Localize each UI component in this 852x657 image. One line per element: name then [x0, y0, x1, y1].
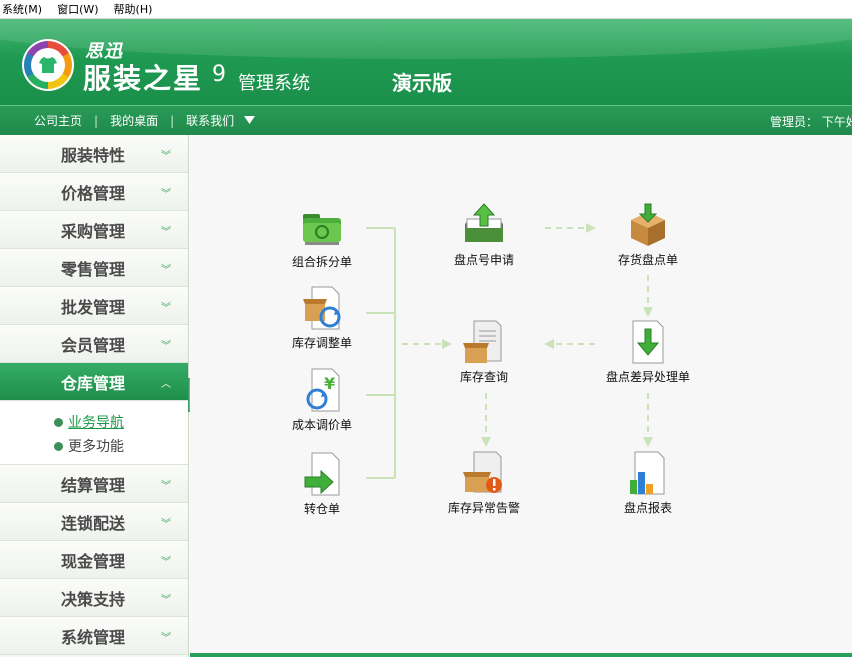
- menu-help[interactable]: 帮助(H): [106, 1, 160, 17]
- business-flow-panel: 组合拆分单 库存调整单 ¥ 成本调价单 转仓单 盘点号申请 库存查询 库存异常告…: [190, 135, 852, 657]
- sidebar-item-purchase-management[interactable]: 采购管理 ︾: [0, 211, 188, 249]
- bullet-icon: [54, 417, 63, 427]
- brand-version: 9: [212, 62, 226, 87]
- node-cost-adjust[interactable]: ¥ 成本调价单: [267, 367, 377, 433]
- triangle-down-icon[interactable]: [244, 114, 256, 128]
- chevron-down-icon: ︾: [161, 481, 171, 492]
- bottom-border: [190, 653, 852, 657]
- sidebar-item-label: 决策支持: [61, 590, 126, 609]
- menu-system[interactable]: 系统(M): [0, 1, 49, 17]
- node-count-apply[interactable]: 盘点号申请: [429, 202, 539, 268]
- sidebar-item-chain-distribution[interactable]: 连锁配送 ︾: [0, 503, 188, 541]
- node-label: 盘点号申请: [453, 253, 514, 267]
- sidebar-item-label: 批发管理: [61, 298, 126, 317]
- node-label: 库存查询: [459, 370, 508, 384]
- nav-separator: |: [170, 113, 175, 128]
- node-label: 盘点报表: [623, 501, 672, 515]
- folder-refresh-icon: [303, 214, 341, 245]
- document-arrow-icon: [304, 452, 340, 496]
- sidebar-item-warehouse-management[interactable]: 仓库管理 ︿: [0, 363, 188, 401]
- chevron-down-icon: ︾: [161, 303, 171, 314]
- sidebar: 服装特性 ︾ 价格管理 ︾ 采购管理 ︾ 零售管理 ︾ 批发管理 ︾ 会员管理 …: [0, 135, 189, 657]
- sidebar-item-label: 采购管理: [61, 222, 126, 241]
- chevron-down-icon: ︾: [161, 341, 171, 352]
- bullet-icon: [54, 441, 63, 451]
- sidebar-item-member-management[interactable]: 会员管理 ︾: [0, 325, 188, 363]
- chevron-down-icon: ︾: [161, 519, 171, 530]
- admin-greeting: 管理员： 下午好: [770, 115, 852, 129]
- node-label: 库存调整单: [291, 336, 352, 350]
- sub-link-label: 更多功能: [68, 439, 124, 455]
- document-down-arrow-icon: [632, 320, 664, 364]
- node-stock-adjust[interactable]: 库存调整单: [267, 285, 377, 351]
- node-label: 转仓单: [303, 502, 340, 516]
- box-refresh-icon: [303, 286, 341, 330]
- sidebar-item-label: 结算管理: [61, 476, 126, 495]
- svg-text:¥: ¥: [324, 374, 335, 393]
- bar-chart-document-icon: [630, 451, 665, 495]
- chevron-down-icon: ︾: [161, 557, 171, 568]
- node-label: 盘点差异处理单: [605, 370, 690, 384]
- node-label: 成本调价单: [291, 418, 352, 432]
- node-transfer[interactable]: 转仓单: [267, 451, 377, 517]
- sidebar-item-label: 现金管理: [61, 552, 126, 571]
- box-download-icon: [631, 203, 665, 246]
- sidebar-item-cash-management[interactable]: 现金管理 ︾: [0, 541, 188, 579]
- nav-bar: 公司主页 | 我的桌面 | 联系我们 管理员： 下午好: [0, 105, 852, 135]
- sub-link-business-nav[interactable]: 业务导航: [54, 412, 124, 432]
- sub-link-label: 业务导航: [68, 415, 124, 431]
- sidebar-item-clothing-features[interactable]: 服装特性 ︾: [0, 135, 188, 173]
- node-count-diff[interactable]: 盘点差异处理单: [593, 319, 703, 385]
- sidebar-item-settlement-management[interactable]: 结算管理 ︾: [0, 465, 188, 503]
- document-box-icon: [463, 320, 502, 363]
- chevron-down-icon: ︾: [161, 265, 171, 276]
- chevron-down-icon: ︾: [161, 151, 171, 162]
- node-inventory-count[interactable]: 存货盘点单: [593, 202, 703, 268]
- sidebar-item-retail-management[interactable]: 零售管理 ︾: [0, 249, 188, 287]
- sidebar-item-price-management[interactable]: 价格管理 ︾: [0, 173, 188, 211]
- sidebar-item-decision-support[interactable]: 决策支持 ︾: [0, 579, 188, 617]
- sidebar-item-label: 服装特性: [61, 146, 126, 165]
- brand-system-label: 管理系统: [238, 73, 310, 94]
- node-count-report[interactable]: 盘点报表: [593, 450, 703, 516]
- chevron-down-icon: ︾: [161, 189, 171, 200]
- nav-contact-us[interactable]: 联系我们: [186, 112, 234, 129]
- app-window: 系统(M) 窗口(W) 帮助(H) 思迅 服装之星 9 管理系统 演示版 公司主…: [0, 0, 852, 657]
- node-label: 组合拆分单: [291, 255, 352, 269]
- sub-link-more-functions[interactable]: 更多功能: [54, 436, 124, 456]
- edition-label: 演示版: [392, 71, 452, 95]
- chevron-up-icon: ︿: [161, 379, 171, 390]
- sidebar-item-label: 连锁配送: [61, 514, 126, 533]
- nav-separator: |: [94, 113, 99, 128]
- header-decoration: [0, 19, 852, 59]
- chevron-down-icon: ︾: [161, 633, 171, 644]
- node-stock-query[interactable]: 库存查询: [429, 319, 539, 385]
- chevron-down-icon: ︾: [161, 595, 171, 606]
- app-header: 思迅 服装之星 9 管理系统 演示版: [0, 19, 852, 105]
- price-refresh-icon: ¥: [306, 368, 340, 412]
- node-label: 库存异常告警: [447, 501, 520, 515]
- sidebar-item-label: 价格管理: [61, 184, 126, 203]
- box-alert-icon: [463, 451, 502, 493]
- tshirt-icon: [39, 57, 57, 73]
- sidebar-item-label: 会员管理: [61, 336, 126, 355]
- chevron-down-icon: ︾: [161, 227, 171, 238]
- node-stock-alert[interactable]: 库存异常告警: [429, 450, 539, 516]
- brand-name: 服装之星: [83, 62, 204, 95]
- folder-upload-icon: [465, 203, 503, 242]
- logo-icon: [22, 39, 74, 91]
- sidebar-item-label: 系统管理: [61, 628, 126, 647]
- sidebar-subpanel: 业务导航 更多功能: [0, 401, 188, 465]
- node-label: 存货盘点单: [617, 253, 678, 267]
- sidebar-item-label: 零售管理: [61, 260, 126, 279]
- sidebar-item-wholesale-management[interactable]: 批发管理 ︾: [0, 287, 188, 325]
- node-combo-split[interactable]: 组合拆分单: [267, 204, 377, 270]
- sidebar-item-label: 仓库管理: [61, 374, 126, 393]
- sidebar-item-system-management[interactable]: 系统管理 ︾: [0, 617, 188, 655]
- menu-window[interactable]: 窗口(W): [49, 1, 105, 17]
- nav-my-desktop[interactable]: 我的桌面: [110, 112, 158, 129]
- menu-bar: 系统(M) 窗口(W) 帮助(H): [0, 0, 852, 19]
- nav-company-home[interactable]: 公司主页: [34, 112, 82, 129]
